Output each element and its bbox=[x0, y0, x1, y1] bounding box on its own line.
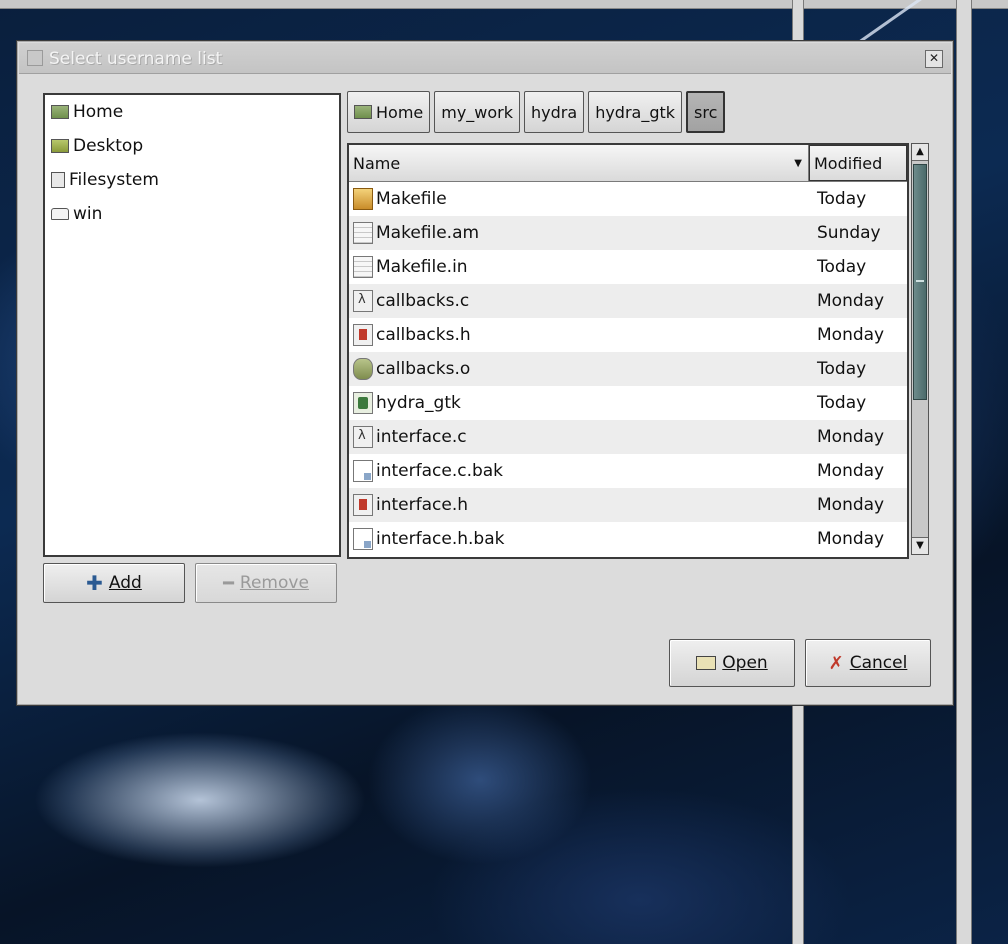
text-file-icon bbox=[353, 256, 373, 278]
open-label: Open bbox=[722, 653, 768, 673]
file-modified: Monday bbox=[817, 291, 885, 311]
dialog-title: Select username list bbox=[49, 49, 223, 69]
add-bookmark-button[interactable]: ✚ Add bbox=[43, 563, 185, 603]
file-modified: Today bbox=[817, 393, 867, 413]
file-name: Makefile bbox=[376, 189, 447, 209]
file-name: interface.c bbox=[376, 427, 467, 447]
file-name: Makefile.in bbox=[376, 257, 468, 277]
close-icon[interactable]: ✕ bbox=[925, 50, 943, 68]
window-menu-icon[interactable] bbox=[27, 50, 43, 66]
dialog-titlebar[interactable]: Select username list ✕ bbox=[19, 43, 951, 74]
file-row[interactable]: interface.h.bak Monday bbox=[349, 522, 907, 556]
remove-bookmark-button[interactable]: ━ Remove bbox=[195, 563, 337, 603]
executable-icon bbox=[353, 392, 373, 414]
c-header-icon bbox=[353, 324, 373, 346]
cancel-x-icon: ✗ bbox=[828, 652, 844, 674]
file-name: interface.c.bak bbox=[376, 461, 504, 481]
c-source-icon bbox=[353, 290, 373, 312]
c-header-icon bbox=[353, 494, 373, 516]
file-list-scrollbar[interactable]: ▲ ▼ bbox=[911, 143, 929, 555]
file-modified: Monday bbox=[817, 461, 885, 481]
background-window-edge-right bbox=[956, 0, 972, 944]
file-list-header: Name ▼ Modified bbox=[349, 145, 907, 182]
home-folder-icon bbox=[51, 105, 69, 119]
column-header-name[interactable]: Name ▼ bbox=[349, 145, 809, 181]
file-name: interface.h bbox=[376, 495, 468, 515]
backup-file-icon bbox=[353, 528, 373, 550]
remove-label: Remove bbox=[239, 573, 309, 593]
path-button-src[interactable]: src bbox=[686, 91, 726, 133]
path-button-label: Home bbox=[376, 102, 424, 122]
file-modified: Monday bbox=[817, 325, 885, 345]
text-file-icon bbox=[353, 222, 373, 244]
file-list: Name ▼ Modified Makefile Today Makefile.… bbox=[347, 143, 909, 559]
file-name: Makefile.am bbox=[376, 223, 480, 243]
file-chooser-dialog: Select username list ✕ Home Desktop File… bbox=[16, 40, 954, 706]
open-button[interactable]: Open bbox=[669, 639, 795, 687]
path-button-home[interactable]: Home bbox=[347, 91, 431, 133]
file-name: hydra_gtk bbox=[376, 393, 461, 413]
path-button-hydra[interactable]: hydra bbox=[524, 91, 585, 133]
file-name: callbacks.o bbox=[376, 359, 471, 379]
makefile-icon bbox=[353, 188, 373, 210]
file-modified: Today bbox=[817, 257, 867, 277]
cancel-button[interactable]: ✗ Cancel bbox=[805, 639, 931, 687]
file-row[interactable]: Makefile.in Today bbox=[349, 250, 907, 284]
drive-icon bbox=[51, 208, 69, 220]
plus-icon: ✚ bbox=[86, 571, 103, 595]
place-item-win[interactable]: win bbox=[45, 197, 339, 231]
path-button-hydra-gtk[interactable]: hydra_gtk bbox=[588, 91, 683, 133]
column-label: Modified bbox=[814, 153, 883, 173]
file-modified: Today bbox=[817, 189, 867, 209]
file-row[interactable]: Makefile.am Sunday bbox=[349, 216, 907, 250]
folder-open-icon bbox=[696, 656, 717, 670]
file-row[interactable]: hydra_gtk Today bbox=[349, 386, 907, 420]
c-source-icon bbox=[353, 426, 373, 448]
place-item-desktop[interactable]: Desktop bbox=[45, 129, 339, 163]
file-row[interactable]: interface.c.bak Monday bbox=[349, 454, 907, 488]
sort-descending-icon: ▼ bbox=[794, 157, 802, 169]
file-modified: Today bbox=[817, 359, 867, 379]
path-button-label: hydra_gtk bbox=[595, 102, 676, 122]
file-name: callbacks.c bbox=[376, 291, 470, 311]
place-item-home[interactable]: Home bbox=[45, 95, 339, 129]
file-row[interactable]: Makefile Today bbox=[349, 182, 907, 216]
file-name: interface.h.bak bbox=[376, 529, 505, 549]
path-button-label: hydra bbox=[531, 102, 578, 122]
place-item-filesystem[interactable]: Filesystem bbox=[45, 163, 339, 197]
file-row[interactable]: interface.h Monday bbox=[349, 488, 907, 522]
desktop-icon bbox=[51, 139, 69, 153]
path-button-label: src bbox=[694, 102, 718, 122]
path-button-label: my_work bbox=[441, 102, 514, 122]
cancel-label: Cancel bbox=[849, 653, 908, 673]
place-label: Home bbox=[73, 102, 124, 122]
file-modified: Monday bbox=[817, 495, 885, 515]
file-row[interactable]: callbacks.h Monday bbox=[349, 318, 907, 352]
top-panel bbox=[0, 0, 1008, 9]
scroll-up-arrow-icon[interactable]: ▲ bbox=[912, 144, 928, 161]
column-header-modified[interactable]: Modified bbox=[809, 145, 907, 181]
place-label: Filesystem bbox=[69, 170, 159, 190]
file-row[interactable]: callbacks.c Monday bbox=[349, 284, 907, 318]
filesystem-icon bbox=[51, 172, 65, 188]
minus-icon: ━ bbox=[223, 572, 234, 594]
path-button-my-work[interactable]: my_work bbox=[434, 91, 521, 133]
file-modified: Monday bbox=[817, 427, 885, 447]
file-modified: Sunday bbox=[817, 223, 881, 243]
place-label: Desktop bbox=[73, 136, 144, 156]
scrollbar-thumb[interactable] bbox=[913, 164, 927, 400]
place-label: win bbox=[73, 204, 103, 224]
add-label: Add bbox=[108, 573, 142, 593]
scroll-down-arrow-icon[interactable]: ▼ bbox=[912, 537, 928, 554]
object-file-icon bbox=[353, 358, 373, 380]
file-modified: Monday bbox=[817, 529, 885, 549]
file-name: callbacks.h bbox=[376, 325, 471, 345]
places-sidebar: Home Desktop Filesystem win bbox=[43, 93, 341, 557]
file-row[interactable]: interface.c Monday bbox=[349, 420, 907, 454]
column-label: Name bbox=[353, 153, 401, 173]
path-bar: Home my_work hydra hydra_gtk src bbox=[347, 91, 726, 133]
backup-file-icon bbox=[353, 460, 373, 482]
home-folder-icon bbox=[354, 105, 372, 119]
file-row[interactable]: callbacks.o Today bbox=[349, 352, 907, 386]
